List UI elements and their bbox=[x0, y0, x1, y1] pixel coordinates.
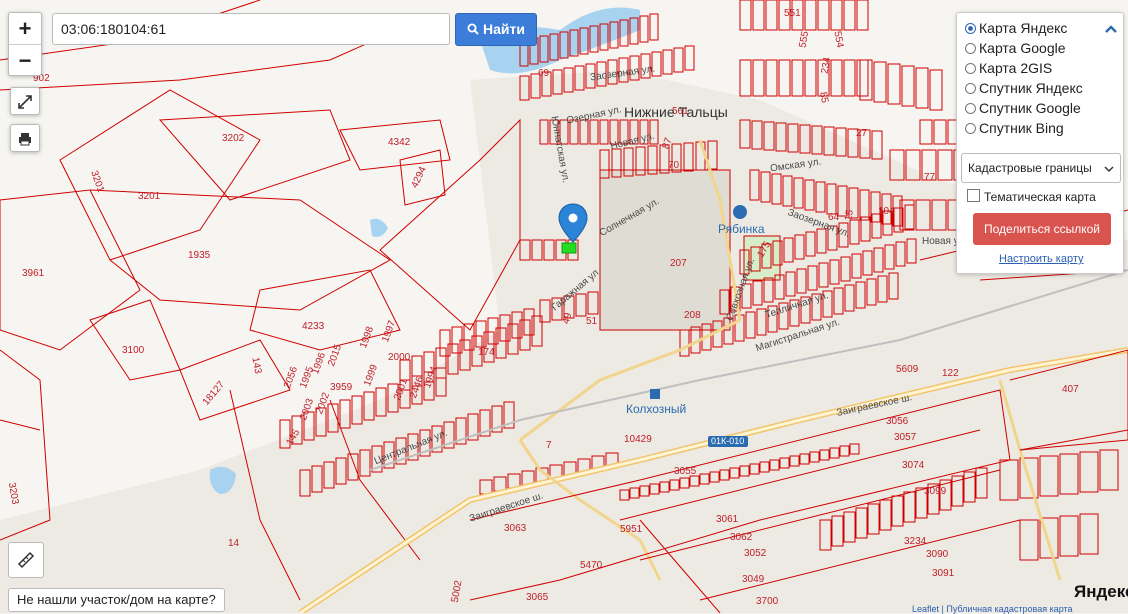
parcel-label: 51 bbox=[586, 316, 598, 327]
parcel-label: 77 bbox=[924, 172, 936, 183]
overlay-select-value: Кадастровые границы bbox=[968, 161, 1092, 175]
print-button[interactable] bbox=[10, 124, 40, 152]
zoom-out-button[interactable]: − bbox=[9, 45, 41, 76]
layer-option-yandex-satellite[interactable]: Спутник Яндекс bbox=[965, 80, 1083, 96]
radio-icon bbox=[965, 123, 976, 134]
layer-option-google-satellite[interactable]: Спутник Google bbox=[965, 100, 1081, 116]
find-button[interactable]: Найти bbox=[455, 13, 537, 46]
parcel-label: 3061 bbox=[716, 514, 739, 525]
parcel-label: 2000 bbox=[388, 352, 411, 363]
radio-icon bbox=[965, 63, 976, 74]
parcel-label: 14 bbox=[228, 538, 240, 549]
chevron-down-icon bbox=[1104, 166, 1114, 173]
parcel-label: 3099 bbox=[924, 486, 947, 497]
fullscreen-button[interactable] bbox=[10, 87, 40, 115]
layer-option-label: Спутник Google bbox=[979, 100, 1081, 116]
parcel-label: 15 bbox=[843, 209, 856, 222]
parcel-label: 3091 bbox=[932, 568, 955, 579]
parcel-label: 85 bbox=[817, 91, 830, 104]
parcel-label: 3049 bbox=[742, 574, 765, 585]
parcel-label: 3234 bbox=[904, 536, 927, 547]
layer-option-label: Карта 2GIS bbox=[979, 60, 1053, 76]
parcel-label: 7 bbox=[546, 440, 552, 451]
layer-panel: Карта Яндекс Карта Google Карта 2GIS Спу… bbox=[956, 12, 1124, 274]
yandex-logo[interactable]: Яндекс bbox=[1074, 582, 1128, 602]
radio-icon bbox=[965, 103, 976, 114]
parcel-label: 551 bbox=[784, 8, 801, 19]
zoom-control: + − bbox=[8, 12, 42, 76]
parcel-label: 3056 bbox=[886, 416, 909, 427]
radio-icon bbox=[965, 23, 976, 34]
parcel-label: 69 bbox=[538, 68, 550, 79]
radio-icon bbox=[965, 43, 976, 54]
parcel-label: 27 bbox=[856, 128, 868, 139]
parcel-label: 3057 bbox=[894, 432, 917, 443]
parcel-label: 5470 bbox=[580, 560, 603, 571]
parcel-label: 104 bbox=[878, 206, 895, 217]
poi-label: Колхозный bbox=[626, 402, 687, 416]
parcel-label: 1935 bbox=[188, 250, 211, 261]
parcel-label: 3065 bbox=[526, 592, 549, 603]
layer-option-google-map[interactable]: Карта Google bbox=[965, 40, 1066, 56]
parcel-label: 3202 bbox=[222, 133, 245, 144]
parcel-label: 4342 bbox=[388, 137, 411, 148]
layer-option-2gis-map[interactable]: Карта 2GIS bbox=[965, 60, 1052, 76]
parcel-label: 3062 bbox=[730, 532, 753, 543]
parcel-label: 3700 bbox=[756, 596, 779, 607]
radio-icon bbox=[965, 83, 976, 94]
parcel-label: 3052 bbox=[744, 548, 767, 559]
thematic-map-checkbox[interactable]: Тематическая карта bbox=[967, 189, 1096, 204]
parcel-label: 3055 bbox=[674, 466, 697, 477]
layer-option-label: Спутник Bing bbox=[979, 120, 1064, 136]
layer-option-label: Спутник Яндекс bbox=[979, 80, 1083, 96]
overlay-select[interactable]: Кадастровые границы bbox=[961, 153, 1121, 183]
parcel-label: 3100 bbox=[122, 345, 145, 356]
parcel-label: 3959 bbox=[330, 382, 353, 393]
chevron-up-icon[interactable] bbox=[1104, 24, 1118, 34]
parcel-label: 3961 bbox=[22, 268, 45, 279]
configure-map-link[interactable]: Настроить карту bbox=[999, 253, 1084, 265]
find-button-label: Найти bbox=[482, 21, 525, 37]
zoom-in-button[interactable]: + bbox=[9, 13, 41, 45]
not-found-link[interactable]: Не нашли участок/дом на карте? bbox=[8, 588, 225, 612]
village-name: Нижние Тальцы bbox=[624, 104, 728, 120]
share-link-button[interactable]: Поделиться ссылкой bbox=[973, 213, 1111, 245]
parcel-label: 5609 bbox=[896, 364, 919, 375]
expand-icon bbox=[18, 95, 32, 110]
parcel-label: 174 bbox=[478, 347, 495, 358]
search-icon bbox=[467, 23, 479, 35]
layer-option-bing-satellite[interactable]: Спутник Bing bbox=[965, 120, 1064, 136]
layer-option-label: Карта Яндекс bbox=[979, 20, 1068, 36]
parcel-label: 208 bbox=[684, 310, 701, 321]
road-code-label: 01К-010 bbox=[711, 436, 745, 446]
checkbox-icon bbox=[967, 189, 980, 202]
parcel-label: 3201 bbox=[138, 191, 161, 202]
parcel-label: 407 bbox=[1062, 384, 1079, 395]
layer-option-label: Карта Google bbox=[979, 40, 1066, 56]
thematic-map-label: Тематическая карта bbox=[984, 190, 1096, 204]
cadastral-number-input[interactable] bbox=[52, 13, 450, 45]
parcel-label: 5951 bbox=[620, 524, 643, 535]
poi-label: Рябинка bbox=[718, 222, 765, 236]
parcel-label: 10429 bbox=[624, 434, 652, 445]
layer-option-yandex-map[interactable]: Карта Яндекс bbox=[965, 20, 1067, 36]
parcel-label: 3090 bbox=[926, 549, 949, 560]
parcel-label: 3074 bbox=[902, 460, 925, 471]
parcel-label: 70 bbox=[668, 160, 680, 171]
parcel-label: 4233 bbox=[302, 321, 325, 332]
measure-button[interactable] bbox=[8, 542, 44, 578]
printer-icon bbox=[19, 133, 31, 146]
parcel-label: 207 bbox=[670, 258, 687, 269]
ruler-icon bbox=[17, 551, 35, 568]
parcel-label: 122 bbox=[942, 368, 959, 379]
parcel-label: 3063 bbox=[504, 523, 527, 534]
